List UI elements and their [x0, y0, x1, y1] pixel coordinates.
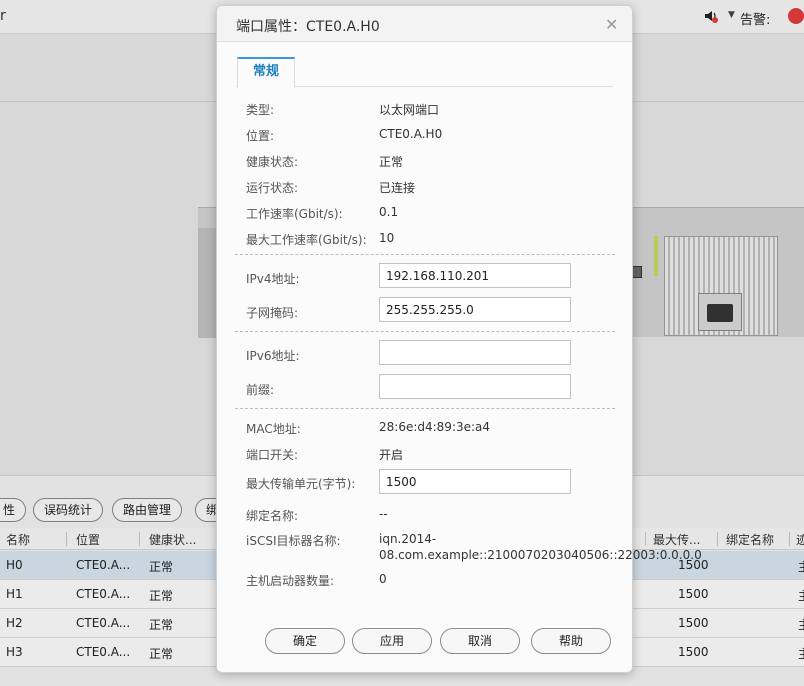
mac-value: 28:6e:d4:89:3e:a4 — [379, 420, 491, 434]
subnet-mask-field[interactable] — [379, 297, 571, 322]
mtu-label: 最大传输单元(字节): — [246, 477, 356, 491]
location-label: 位置: — [246, 129, 275, 143]
location-value: CTE0.A.H0 — [379, 127, 443, 141]
running-status-label: 运行状态: — [246, 181, 299, 195]
ok-button[interactable]: 确定 — [265, 628, 345, 654]
port-properties-dialog: 端口属性：CTE0.A.H0 ✕ 常规 类型: 以太网端口 位置: CTE0.A… — [216, 5, 702, 673]
prefix-label: 前缀: — [246, 383, 275, 397]
close-icon[interactable]: ✕ — [605, 15, 618, 34]
dialog-header: 端口属性：CTE0.A.H0 ✕ — [217, 6, 632, 42]
dialog-title: 端口属性：CTE0.A.H0 — [236, 19, 380, 35]
port-switch-label: 端口开关: — [246, 448, 299, 462]
initiator-count-label: 主机启动器数量: — [246, 574, 335, 588]
initiator-count-value: 0 — [379, 572, 387, 586]
iscsi-target-value: iqn.2014-08.com.example::210007020304050… — [379, 532, 702, 562]
running-status-value: 已连接 — [379, 181, 416, 195]
type-value: 以太网端口 — [379, 103, 440, 117]
ipv6-label: IPv6地址: — [246, 349, 300, 363]
apply-button[interactable]: 应用 — [352, 628, 432, 654]
max-speed-label: 最大工作速率(Gbit/s): — [246, 233, 367, 247]
ipv4-field[interactable] — [379, 263, 571, 288]
mac-label: MAC地址: — [246, 422, 301, 436]
cancel-button[interactable]: 取消 — [440, 628, 520, 654]
tab-general[interactable]: 常规 — [237, 57, 295, 88]
bind-name-label: 绑定名称: — [246, 509, 299, 523]
speed-value: 0.1 — [379, 205, 399, 219]
mtu-field[interactable] — [379, 469, 571, 494]
iscsi-target-label: iSCSI目标器名称: — [246, 534, 341, 548]
tab-bar: 常规 — [236, 57, 613, 88]
subnet-mask-label: 子网掩码: — [246, 306, 299, 320]
bind-name-value: -- — [379, 507, 388, 521]
type-label: 类型: — [246, 103, 275, 117]
ipv4-label: IPv4地址: — [246, 272, 300, 286]
divider — [235, 331, 615, 332]
prefix-field[interactable] — [379, 374, 571, 399]
health-value: 正常 — [379, 155, 404, 169]
ipv6-field[interactable] — [379, 340, 571, 365]
port-switch-value: 开启 — [379, 448, 404, 462]
health-label: 健康状态: — [246, 155, 299, 169]
speed-label: 工作速率(Gbit/s): — [246, 207, 343, 221]
divider — [235, 254, 615, 255]
help-button[interactable]: 帮助 — [531, 628, 611, 654]
divider — [235, 408, 615, 409]
max-speed-value: 10 — [379, 231, 395, 245]
